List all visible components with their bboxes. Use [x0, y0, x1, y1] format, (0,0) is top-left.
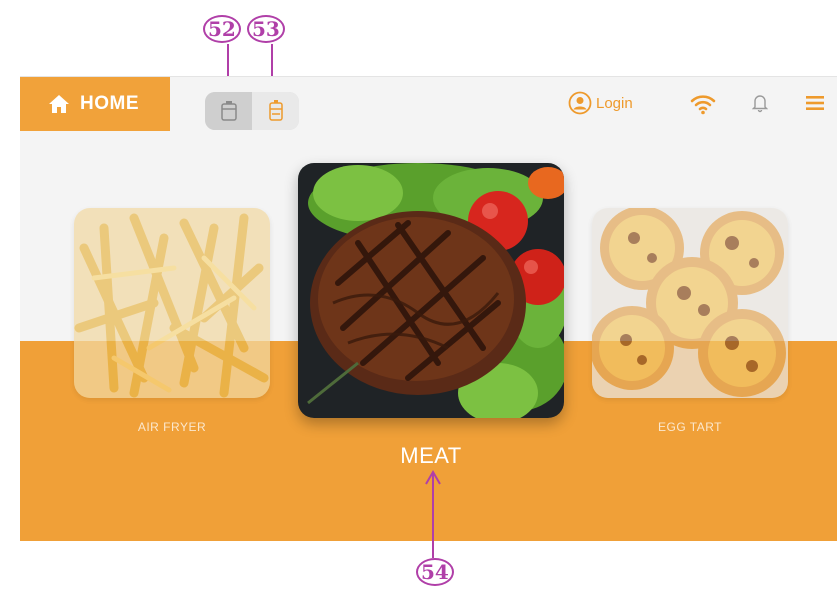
callout-54-arrow — [425, 470, 441, 558]
carousel-item-air-fryer[interactable] — [74, 208, 270, 398]
home-icon — [49, 95, 69, 113]
callout-53: 53 — [247, 15, 285, 43]
steak-image — [298, 163, 564, 418]
device-toggle-option-1[interactable] — [205, 92, 252, 130]
french-fries-image — [74, 208, 270, 398]
home-label: HOME — [80, 93, 139, 114]
callout-54-label: 54 — [416, 558, 454, 586]
device-toggle-option-2[interactable] — [252, 92, 299, 130]
home-button[interactable]: HOME — [20, 77, 170, 131]
top-bar: HOME Login — [20, 77, 837, 133]
menu-icon[interactable] — [806, 95, 824, 111]
user-icon — [568, 91, 592, 115]
cooking-device-icon — [220, 101, 237, 121]
callout-53-label: 53 — [247, 15, 285, 43]
callout-52: 52 — [203, 15, 241, 43]
carousel-label-air-fryer: AIR FRYER — [137, 420, 207, 434]
wifi-icon[interactable] — [690, 93, 716, 115]
carousel-label-egg-tart: EGG TART — [657, 420, 722, 434]
bell-icon[interactable] — [752, 93, 768, 113]
login-label: Login — [596, 94, 633, 112]
carousel-item-meat[interactable] — [298, 163, 564, 418]
carousel-item-egg-tart[interactable] — [592, 208, 788, 398]
device-toggle[interactable] — [205, 92, 299, 130]
second-device-icon — [268, 100, 283, 121]
callout-52-label: 52 — [203, 15, 241, 43]
egg-tart-image — [592, 208, 788, 398]
login-button[interactable]: Login — [568, 91, 633, 115]
carousel-label-meat: MEAT — [400, 443, 462, 468]
callout-54: 54 — [416, 558, 454, 586]
